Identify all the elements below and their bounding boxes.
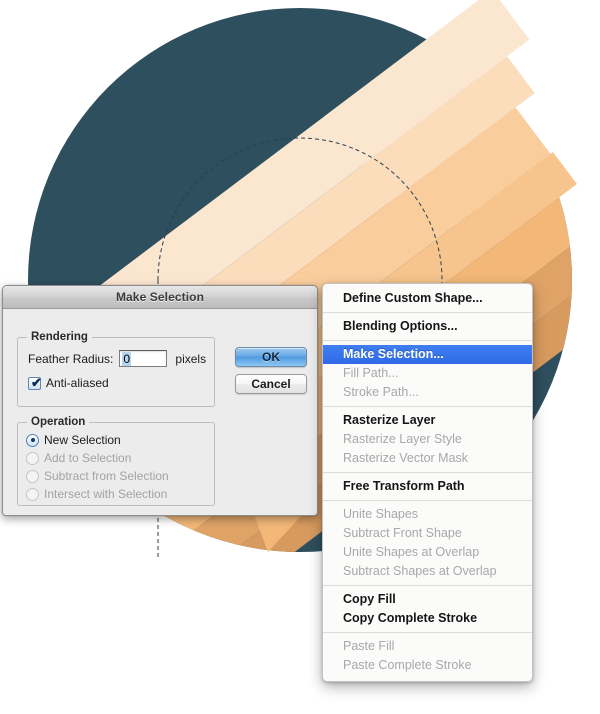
radio-icon-new-selection[interactable] bbox=[26, 433, 39, 447]
dialog-titlebar[interactable]: Make Selection bbox=[3, 286, 317, 309]
menu-group: Rasterize Layer Rasterize Layer Style Rast… bbox=[323, 411, 532, 468]
menu-group: Define Custom Shape... bbox=[323, 289, 532, 308]
menu-item-rasterize-layer-style: Rasterize Layer Style bbox=[343, 432, 462, 446]
menu-item-rasterize-vector-mask: Rasterize Vector Mask bbox=[343, 451, 469, 465]
radio-label-subtract-from-selection: Subtract from Selection bbox=[44, 469, 169, 483]
dialog-title: Make Selection bbox=[115, 290, 205, 304]
menu-separator bbox=[323, 312, 532, 313]
menu-item-rasterize-layer[interactable]: Rasterize Layer bbox=[323, 411, 532, 430]
radio-add-to-selection: Add to Selection bbox=[26, 451, 131, 465]
menu-group: Unite Shapes Subtract Front Shape Unite Sh… bbox=[323, 505, 532, 581]
menu-item-unite-shapes: Unite Shapes bbox=[343, 507, 419, 521]
menu-item-copy-fill[interactable]: Copy Fill bbox=[323, 590, 532, 609]
menu-item-stroke-path: Stroke Path... bbox=[343, 385, 419, 399]
menu-separator bbox=[323, 585, 532, 586]
radio-label-add-to-selection: Add to Selection bbox=[44, 451, 132, 465]
cancel-button[interactable]: Cancel bbox=[235, 374, 307, 394]
checkmark-icon: ✔ bbox=[31, 374, 42, 390]
menu-separator bbox=[323, 632, 532, 633]
dialog-body: Rendering Feather Radius: 0 pixels ✔ Ant… bbox=[3, 309, 317, 515]
menu-separator bbox=[323, 340, 532, 341]
path-context-menu: Define Custom Shape... Blending Options..… bbox=[322, 283, 533, 682]
ok-button[interactable]: OK bbox=[235, 347, 307, 367]
feather-radius-input[interactable]: 0 bbox=[119, 350, 168, 367]
radio-intersect-with-selection: Intersect with Selection bbox=[26, 487, 167, 501]
radio-new-selection[interactable]: New Selection bbox=[26, 433, 121, 447]
menu-item-free-transform-path[interactable]: Free Transform Path bbox=[323, 477, 532, 496]
menu-item-paste-fill: Paste Fill bbox=[343, 639, 395, 653]
radio-icon-intersect-with-selection bbox=[26, 487, 39, 501]
menu-group: Paste Fill Paste Complete Stroke bbox=[323, 637, 532, 675]
menu-item-define-custom-shape[interactable]: Define Custom Shape... bbox=[323, 289, 532, 308]
menu-item-blending-options[interactable]: Blending Options... bbox=[323, 317, 532, 336]
menu-item-subtract-front-shape: Subtract Front Shape bbox=[343, 526, 462, 540]
menu-group: Blending Options... bbox=[323, 317, 532, 336]
menu-group: Copy Fill Copy Complete Stroke bbox=[323, 590, 532, 628]
feather-radius-row: Feather Radius: 0 pixels bbox=[28, 350, 206, 367]
menu-item-paste-complete-stroke: Paste Complete Stroke bbox=[343, 658, 472, 672]
menu-item-fill-path: Fill Path... bbox=[343, 366, 399, 380]
anti-aliased-label: Anti-aliased bbox=[46, 376, 109, 390]
radio-label-intersect-with-selection: Intersect with Selection bbox=[44, 487, 168, 501]
radio-subtract-from-selection: Subtract from Selection bbox=[26, 469, 169, 483]
menu-item-copy-complete-stroke[interactable]: Copy Complete Stroke bbox=[323, 609, 532, 628]
menu-item-unite-shapes-at-overlap: Unite Shapes at Overlap bbox=[343, 545, 480, 559]
operation-groupbox: Operation New Selection Add to Selection… bbox=[17, 416, 215, 506]
menu-separator bbox=[323, 500, 532, 501]
radio-icon-add-to-selection bbox=[26, 451, 39, 465]
radio-icon-subtract-from-selection bbox=[26, 469, 39, 483]
make-selection-dialog: Make Selection Rendering Feather Radius:… bbox=[2, 285, 318, 516]
feather-radius-unit: pixels bbox=[175, 351, 207, 366]
feather-radius-label: Feather Radius: bbox=[28, 351, 114, 366]
operation-legend: Operation bbox=[27, 416, 90, 428]
rendering-groupbox: Rendering Feather Radius: 0 pixels ✔ Ant… bbox=[17, 331, 215, 407]
menu-group: Make Selection... Fill Path... Stroke Path… bbox=[323, 345, 532, 402]
radio-label-new-selection: New Selection bbox=[44, 433, 121, 447]
feather-radius-value: 0 bbox=[122, 351, 132, 366]
menu-item-make-selection[interactable]: Make Selection... bbox=[323, 345, 532, 364]
anti-aliased-checkbox[interactable]: ✔ bbox=[28, 374, 42, 390]
menu-group: Free Transform Path bbox=[323, 477, 532, 496]
rendering-legend: Rendering bbox=[27, 331, 92, 343]
menu-separator bbox=[323, 472, 532, 473]
menu-item-subtract-shapes-at-overlap: Subtract Shapes at Overlap bbox=[343, 564, 497, 578]
anti-aliased-row[interactable]: ✔ Anti-aliased bbox=[28, 376, 109, 390]
menu-separator bbox=[323, 406, 532, 407]
